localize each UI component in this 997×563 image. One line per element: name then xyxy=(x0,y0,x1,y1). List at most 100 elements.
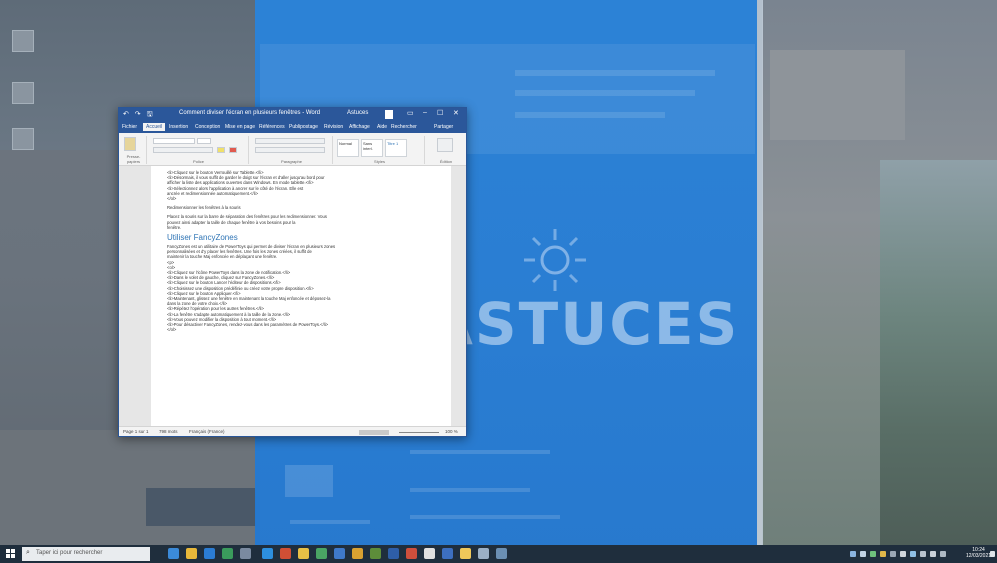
ghost-toolbar-row xyxy=(515,112,665,118)
app-icon[interactable] xyxy=(316,548,327,559)
list-buttons[interactable] xyxy=(255,138,325,144)
ribbon: Presse-papiers Police Paragraphe Normal … xyxy=(119,133,466,166)
font-format-buttons[interactable] xyxy=(153,147,213,153)
ribbon-tabs: Fichier Accueil Insertion Conception Mis… xyxy=(119,122,466,133)
user-name[interactable]: Astuces xyxy=(347,110,368,116)
tray-icon[interactable] xyxy=(890,551,896,557)
tray-icon[interactable] xyxy=(880,551,886,557)
tab-affichage[interactable]: Affichage xyxy=(349,124,370,130)
avatar[interactable] xyxy=(385,110,393,119)
doc-line: </ol> xyxy=(167,327,177,333)
file-explorer-icon[interactable] xyxy=(186,548,197,559)
style-normal[interactable]: Normal xyxy=(337,139,359,157)
status-language[interactable]: Français (France) xyxy=(189,429,225,434)
view-buttons[interactable] xyxy=(359,430,389,435)
tab-revision[interactable]: Révision xyxy=(324,124,343,130)
ghost-text-line xyxy=(290,520,370,524)
windows-start-icon[interactable] xyxy=(6,549,16,559)
font-size-select[interactable] xyxy=(197,138,211,144)
zoom-slider[interactable] xyxy=(399,432,439,433)
tab-fichier[interactable]: Fichier xyxy=(122,124,137,130)
document-area[interactable]: <li>Cliquez sur le bouton Verrouillé sur… xyxy=(119,166,466,428)
window-title: Comment diviser l'écran en plusieurs fen… xyxy=(179,110,321,116)
tab-references[interactable]: Références xyxy=(259,124,285,130)
desktop-icon[interactable] xyxy=(12,128,34,150)
group-label: Presse-papiers xyxy=(126,154,141,164)
app-icon[interactable] xyxy=(298,548,309,559)
group-paragraph: Paragraphe xyxy=(251,136,333,164)
tab-mise-en-page[interactable]: Mise en page xyxy=(225,124,255,130)
task-view-icon[interactable] xyxy=(168,548,179,559)
app-icon[interactable] xyxy=(460,548,471,559)
status-words[interactable]: 798 mots xyxy=(159,429,178,434)
font-color-button[interactable] xyxy=(229,147,237,153)
status-page[interactable]: Page 1 sur 1 xyxy=(123,429,149,434)
taskbar-search-input[interactable]: ⌕ Taper ici pour rechercher xyxy=(22,547,150,561)
style-no-spacing[interactable]: Sans interl. xyxy=(361,139,383,157)
app-icon[interactable] xyxy=(478,548,489,559)
tab-accueil[interactable]: Accueil xyxy=(143,123,166,131)
ribbon-display-icon[interactable]: ▭ xyxy=(407,109,414,117)
app-icon[interactable] xyxy=(388,548,399,559)
app-icon[interactable] xyxy=(352,548,363,559)
tab-publipostage[interactable]: Publipostage xyxy=(289,124,318,130)
tab-insertion[interactable]: Insertion xyxy=(169,124,188,130)
taskbar: ⌕ Taper ici pour rechercher 10:24 12/03/… xyxy=(0,545,997,563)
document-page[interactable]: <li>Cliquez sur le bouton Verrouillé sur… xyxy=(151,166,451,428)
tab-partager[interactable]: Partager xyxy=(434,124,453,130)
paste-button[interactable] xyxy=(124,137,136,151)
ghost-text-line xyxy=(410,450,550,454)
app-icon[interactable] xyxy=(496,548,507,559)
app-icon[interactable] xyxy=(262,548,273,559)
store-icon[interactable] xyxy=(222,548,233,559)
wallpaper-landscape xyxy=(880,160,997,545)
tray-icon[interactable] xyxy=(860,551,866,557)
align-buttons[interactable] xyxy=(255,147,325,153)
ghost-toolbar-row xyxy=(515,90,695,96)
tray-icon[interactable] xyxy=(850,551,856,557)
settings-icon[interactable] xyxy=(240,548,251,559)
tray-icon[interactable] xyxy=(910,551,916,557)
app-icon[interactable] xyxy=(406,548,417,559)
font-name-select[interactable] xyxy=(153,138,195,144)
edge-icon[interactable] xyxy=(204,548,215,559)
minimize-icon[interactable]: – xyxy=(423,109,427,116)
close-icon[interactable]: ✕ xyxy=(453,109,459,117)
snap-zone-divider xyxy=(757,0,763,545)
background-window-right-panel xyxy=(770,50,905,140)
group-label: Édition xyxy=(439,159,453,164)
doc-line: fenêtre. xyxy=(167,224,182,230)
tray-icon[interactable] xyxy=(870,551,876,557)
desktop-icon[interactable] xyxy=(12,82,34,104)
language-icon[interactable] xyxy=(940,551,946,557)
notification-icon[interactable] xyxy=(990,551,995,557)
taskbar-clock[interactable]: 10:24 12/03/2021 xyxy=(966,547,991,559)
highlight-button[interactable] xyxy=(217,147,225,153)
app-icon[interactable] xyxy=(424,548,435,559)
tab-conception[interactable]: Conception xyxy=(195,124,220,130)
watermark-text: ASTUCES xyxy=(428,290,740,358)
ghost-toolbar-row xyxy=(515,70,715,76)
app-icon[interactable] xyxy=(334,548,345,559)
app-icon[interactable] xyxy=(442,548,453,559)
style-heading-1[interactable]: Titre 1 xyxy=(385,139,407,157)
maximize-icon[interactable]: ☐ xyxy=(437,109,443,117)
app-icon[interactable] xyxy=(280,548,291,559)
ghost-text-line xyxy=(410,515,560,519)
quick-access-toolbar[interactable]: ↶ ↷ 🖫 xyxy=(123,110,155,121)
app-icon[interactable] xyxy=(370,548,381,559)
tab-rechercher[interactable]: Rechercher xyxy=(391,124,417,130)
tray-icon[interactable] xyxy=(900,551,906,557)
word-window[interactable]: ↶ ↷ 🖫 Comment diviser l'écran en plusieu… xyxy=(118,107,467,437)
desktop-icon[interactable] xyxy=(12,30,34,52)
volume-icon[interactable] xyxy=(930,551,936,557)
network-icon[interactable] xyxy=(920,551,926,557)
search-icon: ⌕ xyxy=(26,549,30,556)
edit-button[interactable] xyxy=(437,138,453,152)
group-label: Police xyxy=(193,159,204,164)
group-font: Police xyxy=(149,136,249,164)
tab-aide[interactable]: Aide xyxy=(377,124,387,130)
status-zoom[interactable]: 100 % xyxy=(445,429,458,434)
word-titlebar[interactable]: ↶ ↷ 🖫 Comment diviser l'écran en plusieu… xyxy=(119,108,466,122)
doc-heading: Utiliser FancyZones xyxy=(167,233,238,243)
